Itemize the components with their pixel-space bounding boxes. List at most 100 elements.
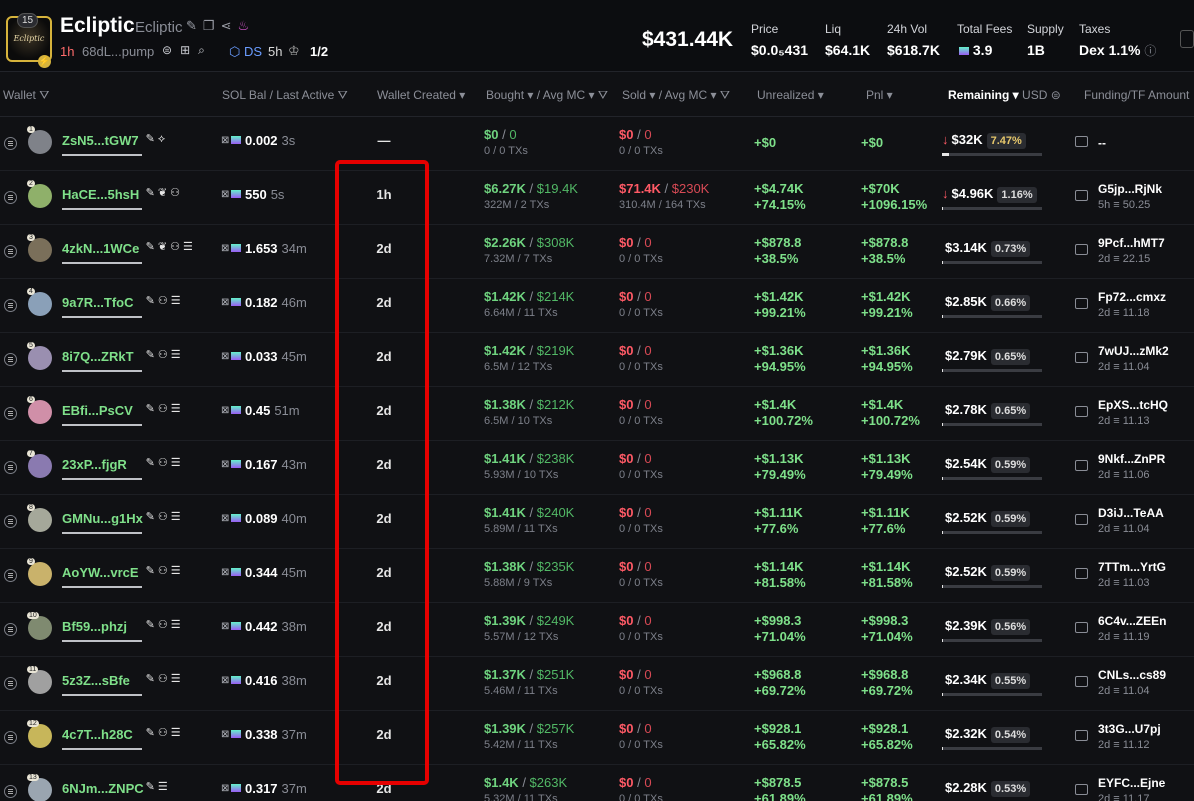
rank-icon[interactable] [4, 785, 17, 798]
wallet-address[interactable]: 6NJm...ZNPC [62, 781, 144, 796]
table-row[interactable]: 4 9a7R...TfoC ✎ ⚇ ☰ ⊠ 0.182 46m 2d $1.42K… [0, 279, 1194, 333]
table-row[interactable]: 1 ZsN5...tGW7 ✎ ⟡ ⊠ 0.002 3s — $0 / 0 0 /… [0, 117, 1194, 171]
wallet-address[interactable]: 4zkN...1WCe [62, 241, 139, 256]
funding-icon[interactable] [1075, 514, 1088, 525]
funding-cell[interactable]: CNLs...cs89 2d ≡ 11.04 [1098, 667, 1166, 699]
share-icon[interactable]: ⋖ [221, 18, 232, 34]
wallet-address[interactable]: ZsN5...tGW7 [62, 133, 139, 148]
rank-icon[interactable] [4, 623, 17, 636]
wallet-tags[interactable]: ✎ ⚇ ☰ [146, 672, 181, 685]
token-address[interactable]: 68dL...pump [82, 44, 154, 59]
dexscreener-label[interactable]: ⬡ DS [229, 44, 262, 60]
wallet-address[interactable]: GMNu...g1Hx [62, 511, 143, 526]
edit-icon[interactable]: ✎ [186, 18, 197, 34]
col-unrealized[interactable]: Unrealized ▾ [757, 88, 824, 102]
wallet-tags[interactable]: ✎ ❦ ⚇ ☰ [146, 240, 193, 253]
funding-cell[interactable]: 7TTm...YrtG 2d ≡ 11.03 [1098, 559, 1166, 591]
wallet-tags[interactable]: ✎ ❦ ⚇ [146, 186, 180, 199]
funding-cell[interactable]: 7wUJ...zMk2 2d ≡ 11.04 [1098, 343, 1169, 375]
wallet-tags[interactable]: ✎ ⚇ ☰ [146, 564, 181, 577]
funding-icon[interactable] [1075, 622, 1088, 633]
pump-icon[interactable]: ⊜ [162, 43, 172, 58]
rank-icon[interactable] [4, 137, 17, 150]
funding-icon[interactable] [1075, 460, 1088, 471]
col-funding[interactable]: Funding/TF Amount [1084, 88, 1189, 102]
col-remaining[interactable]: Remaining ▾ USD ⊜ [948, 88, 1061, 102]
rank-icon[interactable] [4, 461, 17, 474]
funding-icon[interactable] [1075, 730, 1088, 741]
wallet-address[interactable]: 9a7R...TfoC [62, 295, 134, 310]
funding-cell[interactable]: 9Pcf...hMT7 2d ≡ 22.15 [1098, 235, 1165, 267]
wallet-tags[interactable]: ✎ ⚇ ☰ [146, 618, 181, 631]
wallet-tags[interactable]: ✎ ⚇ ☰ [146, 402, 181, 415]
wallet-address[interactable]: 5z3Z...sBfe [62, 673, 130, 688]
funding-icon[interactable] [1075, 136, 1088, 147]
funding-cell[interactable]: 6C4v...ZEEn 2d ≡ 11.19 [1098, 613, 1166, 645]
funding-icon[interactable] [1075, 190, 1088, 201]
funding-cell[interactable]: D3iJ...TeAA 2d ≡ 11.04 [1098, 505, 1164, 537]
wallet-address[interactable]: 8i7Q...ZRkT [62, 349, 134, 364]
col-sold[interactable]: Sold ▾ / Avg MC ▾ ⛛ [622, 88, 730, 103]
wallet-address[interactable]: 23xP...fjgR [62, 457, 127, 472]
col-wallet[interactable]: Wallet ⛛ [3, 88, 49, 103]
funding-icon[interactable] [1075, 298, 1088, 309]
wallet-tags[interactable]: ✎ ☰ [146, 780, 168, 793]
col-bought[interactable]: Bought ▾ / Avg MC ▾ ⛛ [486, 88, 608, 103]
col-pnl[interactable]: Pnl ▾ [866, 88, 893, 102]
table-row[interactable]: 11 5z3Z...sBfe ✎ ⚇ ☰ ⊠ 0.416 38m 2d $1.37… [0, 657, 1194, 711]
wallet-address[interactable]: 4c7T...h28C [62, 727, 133, 742]
funding-cell[interactable]: -- [1098, 135, 1106, 151]
table-row[interactable]: 6 EBfi...PsCV ✎ ⚇ ☰ ⊠ 0.45 51m 2d $1.38K … [0, 387, 1194, 441]
funding-cell[interactable]: EYFC...Ejne 2d ≡ 11.17 [1098, 775, 1165, 801]
wallet-address[interactable]: EBfi...PsCV [62, 403, 133, 418]
panel-toggle-icon[interactable] [1180, 30, 1194, 48]
wallet-address[interactable]: AoYW...vrcE [62, 565, 139, 580]
funding-cell[interactable]: G5jp...RjNk 5h ≡ 50.25 [1098, 181, 1162, 213]
table-row[interactable]: 12 4c7T...h28C ✎ ⚇ ☰ ⊠ 0.338 37m 2d $1.39… [0, 711, 1194, 765]
funding-icon[interactable] [1075, 244, 1088, 255]
col-wallet-created[interactable]: Wallet Created ▾ [377, 88, 465, 102]
funding-cell[interactable]: 3t3G...U7pj 2d ≡ 11.12 [1098, 721, 1161, 753]
col-sol-bal[interactable]: SOL Bal / Last Active ⛛ [222, 88, 348, 103]
rank-icon[interactable] [4, 569, 17, 582]
funding-cell[interactable]: Fp72...cmxz 2d ≡ 11.18 [1098, 289, 1166, 321]
table-row[interactable]: 5 8i7Q...ZRkT ✎ ⚇ ☰ ⊠ 0.033 45m 2d $1.42K… [0, 333, 1194, 387]
help-icon[interactable]: ⓘ [1144, 44, 1156, 58]
funding-cell[interactable]: 9Nkf...ZnPR 2d ≡ 11.06 [1098, 451, 1165, 483]
funding-icon[interactable] [1075, 568, 1088, 579]
wallet-address[interactable]: Bf59...phzj [62, 619, 127, 634]
wallet-tags[interactable]: ✎ ⚇ ☰ [146, 348, 181, 361]
post-icon[interactable]: ⊞ [180, 43, 190, 58]
flame-icon[interactable]: ♨ [237, 18, 249, 34]
search-icon[interactable]: ⌕ [198, 43, 205, 58]
rank-icon[interactable] [4, 245, 17, 258]
rank-icon[interactable] [4, 731, 17, 744]
table-row[interactable]: 10 Bf59...phzj ✎ ⚇ ☰ ⊠ 0.442 38m 2d $1.39… [0, 603, 1194, 657]
table-row[interactable]: 9 AoYW...vrcE ✎ ⚇ ☰ ⊠ 0.344 45m 2d $1.38K… [0, 549, 1194, 603]
wallet-tags[interactable]: ✎ ⟡ [146, 132, 166, 146]
table-row[interactable]: 7 23xP...fjgR ✎ ⚇ ☰ ⊠ 0.167 43m 2d $1.41K… [0, 441, 1194, 495]
wallet-tags[interactable]: ✎ ⚇ ☰ [146, 294, 181, 307]
table-row[interactable]: 13 6NJm...ZNPC ✎ ☰ ⊠ 0.317 37m 2d $1.4K /… [0, 765, 1194, 801]
copy-icon[interactable]: ❐ [203, 18, 215, 34]
wallet-address[interactable]: HaCE...5hsH [62, 187, 139, 202]
sold-avg-mc: 0 [644, 127, 652, 142]
funding-cell[interactable]: EpXS...tcHQ 2d ≡ 11.13 [1098, 397, 1168, 429]
rank-icon[interactable] [4, 299, 17, 312]
funding-icon[interactable] [1075, 784, 1088, 795]
table-row[interactable]: 2 HaCE...5hsH ✎ ❦ ⚇ ⊠ 550 5s 1h $6.27K / … [0, 171, 1194, 225]
wallet-tags[interactable]: ✎ ⚇ ☰ [146, 726, 181, 739]
wallet-tags[interactable]: ✎ ⚇ ☰ [146, 456, 181, 469]
table-row[interactable]: 8 GMNu...g1Hx ✎ ⚇ ☰ ⊠ 0.089 40m 2d $1.41K… [0, 495, 1194, 549]
rank-icon[interactable] [4, 407, 17, 420]
table-row[interactable]: 3 4zkN...1WCe ✎ ❦ ⚇ ☰ ⊠ 1.653 34m 2d $2.2… [0, 225, 1194, 279]
rank-icon[interactable] [4, 515, 17, 528]
rank-icon[interactable] [4, 191, 17, 204]
rank-icon[interactable] [4, 677, 17, 690]
funding-icon[interactable] [1075, 676, 1088, 687]
funding-icon[interactable] [1075, 352, 1088, 363]
funding-icon[interactable] [1075, 406, 1088, 417]
rank-icon[interactable] [4, 353, 17, 366]
wallet-tags[interactable]: ✎ ⚇ ☰ [146, 510, 181, 523]
bought-amount: $1.38K [484, 397, 526, 412]
